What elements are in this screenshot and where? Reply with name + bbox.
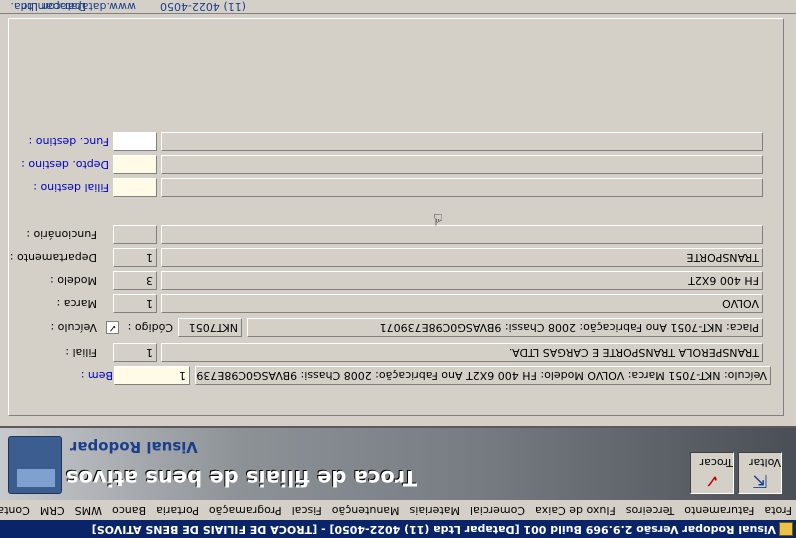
filial-code-field: 1	[113, 343, 157, 362]
menu-bar: FrotaFaturamentoTerceirosFluxo de CaixaC…	[0, 499, 796, 520]
trocar-button[interactable]: ✓ Trocar	[690, 452, 734, 494]
menu-item-faturamento[interactable]: Faturamento	[678, 500, 758, 520]
brand-logo-text: Visual Rodopar	[70, 438, 198, 456]
veiculo-codigo-field: NKT7051	[178, 318, 242, 337]
menu-item-materiais[interactable]: Materiais	[404, 500, 464, 520]
menu-item-frota[interactable]: Frota	[758, 500, 796, 520]
menu-item-banco[interactable]: Banco	[106, 500, 150, 520]
label-bem: Bem :	[80, 369, 113, 382]
modelo-code-field: 3	[113, 271, 157, 290]
label-modelo: Modelo :	[50, 274, 97, 287]
func-destino-code-field[interactable]	[113, 132, 157, 151]
menu-item-fluxo-de-caixa[interactable]: Fluxo de Caixa	[529, 500, 620, 520]
filial-destino-description-field	[161, 178, 763, 197]
menu-item-wms[interactable]: WMS	[69, 500, 106, 520]
filial-destino-code-field[interactable]	[113, 178, 157, 197]
truck-logo-icon	[8, 436, 62, 494]
exit-door-icon: ⇱	[752, 470, 768, 491]
menu-item-portaria[interactable]: Portaria	[150, 500, 203, 520]
label-filial-destino: Filial destino :	[33, 181, 109, 194]
menu-item-programacao[interactable]: Programação	[203, 500, 286, 520]
bem-code-field[interactable]: 1	[114, 366, 190, 385]
label-departamento: Departamento :	[9, 251, 97, 264]
label-marca: Marca :	[56, 297, 97, 310]
checkmark-icon: ✓	[704, 470, 720, 491]
screen-banner: ⇱ Voltar ✓ Trocar Troca de filiais de be…	[0, 426, 796, 500]
status-company: Datapar Ltda.	[10, 0, 86, 13]
trocar-label: Trocar	[699, 456, 733, 469]
status-phone: (11) 4022-4050	[159, 0, 246, 13]
depto-destino-code-field[interactable]	[113, 155, 157, 174]
voltar-label: Voltar	[748, 456, 781, 469]
departamento-description-field: TRANSPORTE	[161, 248, 763, 267]
menu-item-crm[interactable]: CRM	[34, 500, 69, 520]
menu-item-terceiros[interactable]: Terceiros	[620, 500, 679, 520]
funcionario-code-field	[113, 225, 157, 244]
menu-item-comercial[interactable]: Comercial	[464, 500, 529, 520]
label-func-destino: Func. destino :	[28, 135, 109, 148]
screen-title: Troca de filiais de bens ativos	[66, 466, 418, 490]
departamento-code-field: 1	[113, 248, 157, 267]
depto-destino-description-field	[161, 155, 763, 174]
voltar-button[interactable]: ⇱ Voltar	[738, 452, 782, 494]
veiculo-description-field: Placa: NKT-7051 Ano Fabricação: 2008 Cha…	[247, 318, 763, 337]
marca-code-field: 1	[113, 294, 157, 313]
label-codigo: Código :	[127, 321, 173, 334]
mouse-pointer-icon: ☝	[433, 210, 443, 229]
filial-description-field: TRANSPEROLA TRANSPORTE E CARGAS LTDA.	[161, 343, 763, 362]
label-depto-destino: Depto. destino :	[21, 158, 109, 171]
window-title: Visual Rodopar Versão 2.9.969 Build 001 …	[91, 523, 776, 536]
marca-description-field: VOLVO	[161, 294, 763, 313]
label-veiculo: Veículo :	[50, 321, 97, 334]
label-funcionario: Funcionário :	[26, 228, 97, 241]
label-filial: Filial :	[65, 346, 97, 359]
status-bar: (11) 4022-4050 www.datapar.com.br Datapa…	[0, 0, 796, 14]
title-bar: Visual Rodopar Versão 2.9.969 Build 001 …	[0, 520, 796, 538]
menu-item-fiscal[interactable]: Fiscal	[286, 500, 326, 520]
funcionario-description-field	[161, 225, 763, 244]
app-icon	[779, 522, 793, 536]
menu-item-contabilidade[interactable]: Contabilidade	[0, 500, 34, 520]
menu-item-manutencao[interactable]: Manutenção	[326, 500, 404, 520]
bem-description-field: Veículo: NKT-7051 Marca: VOLVO Modelo: F…	[195, 366, 771, 385]
func-destino-description-field	[161, 132, 763, 151]
form-panel: Bem : 1 Veículo: NKT-7051 Marca: VOLVO M…	[8, 18, 784, 416]
application-window: Visual Rodopar Versão 2.9.969 Build 001 …	[0, 0, 796, 538]
modelo-description-field: FH 400 6X2T	[161, 271, 763, 290]
veiculo-checkbox[interactable]: ✓	[106, 321, 119, 334]
